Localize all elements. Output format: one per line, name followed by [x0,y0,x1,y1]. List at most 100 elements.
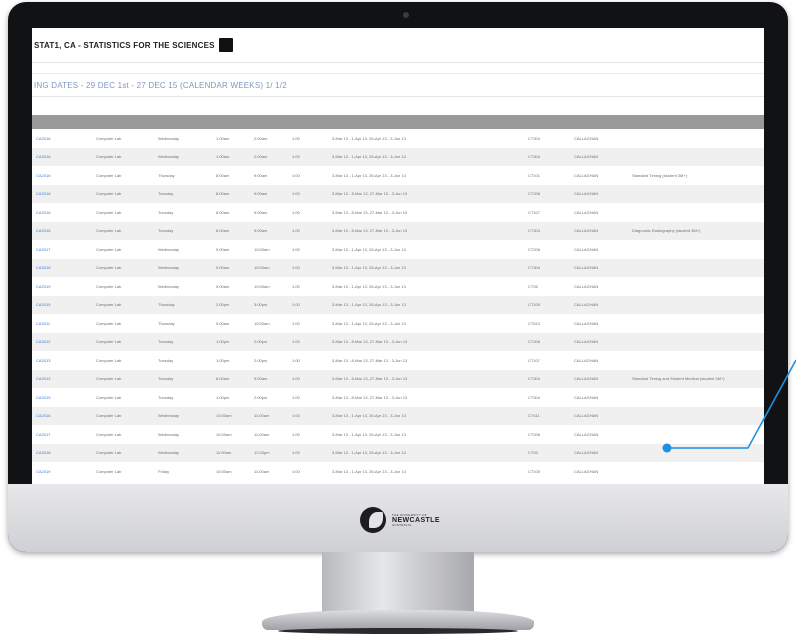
cell-start: 8:00am [216,172,230,178]
stand-shadow [278,628,518,634]
monitor-screen: STAT1, CA - STATISTICS FOR THE SCIENCES … [32,28,764,484]
cell-campus: CALLAGHAN [574,246,599,252]
cell-campus: CALLAGHAN [574,320,599,326]
column-header[interactable] [92,115,154,129]
column-header[interactable] [570,115,628,129]
cell-start: 9:00am [216,246,230,252]
column-header[interactable] [154,115,212,129]
cell-room: CT304 [528,154,541,160]
cell-end: 2:00am [254,154,268,160]
cell-campus: CALLAGHAN [574,283,599,289]
cell-day: Thursday [158,302,175,308]
cell-day: Tuesday [158,209,174,215]
cell-campus: CALLAGHAN [574,154,599,160]
cell-type: Computer Lab [96,320,122,326]
cell-activity[interactable]: CA2019 [32,277,92,296]
cell-start: 11:00am [216,450,232,456]
cell-start: 10:00am [216,413,232,419]
monitor-stand-base [262,610,534,630]
cell-day: Wednesday [158,431,180,437]
cell-comments [628,444,764,463]
cell-activity[interactable]: CA2016 [32,185,92,204]
column-header[interactable] [250,115,288,129]
cell-end: 9:00am [254,172,268,178]
cell-duration: 1:00 [292,135,300,141]
cell-type: Computer Lab [96,450,122,456]
cell-start: 8:00am [216,376,230,382]
cell-activity[interactable]: CA2013 [32,370,92,389]
cell-duration: 1:00 [292,357,300,363]
cell-comments [628,185,764,204]
cell-weeks: 3-Mar 13 - 1-Apr 13, 26-Apr 13 - 3-Jun 1… [332,450,406,456]
cell-end: 2:00pm [254,339,268,345]
cell-duration: 1:00 [292,265,300,271]
cell-start: 1:00am [216,154,230,160]
cell-weeks: 3-Mar 13 - 8-Mar 13, 27-Mar 13 - 3-Jun 1… [332,394,408,400]
cell-campus: CALLAGHAN [574,228,599,234]
cell-activity[interactable]: CA2016 [32,148,92,167]
cell-day: Tuesday [158,228,174,234]
cell-end: 2:00am [254,135,268,141]
table-row: CA2018 Computer Lab Wednesday 9:00am 10:00am… [32,258,764,278]
cell-type: Computer Lab [96,302,122,308]
column-header[interactable] [328,115,524,129]
cell-activity[interactable]: CA2012 [32,333,92,352]
cell-activity[interactable]: CA2016 [32,222,92,241]
cell-type: Computer Lab [96,265,122,271]
cell-type: Computer Lab [96,431,122,437]
column-header[interactable] [288,115,328,129]
cell-activity[interactable]: CA2016 [32,203,92,222]
cell-campus: CALLAGHAN [574,468,599,474]
column-header[interactable] [212,115,250,129]
cell-activity[interactable]: CA2015 [32,388,92,407]
cell-activity[interactable]: CA2018 [32,259,92,278]
cell-start: 1:00pm [216,357,230,363]
column-header[interactable] [524,115,570,129]
cell-campus: CALLAGHAN [574,376,599,382]
cell-activity[interactable]: CA2011 [32,314,92,333]
cell-end: 9:00am [254,228,268,234]
timetable-table: CA2016 Computer Lab Wednesday 1:00am 2:00am 1… [32,115,764,481]
table-row: CA2019 Computer Lab Thursday 2:00pm 3:00pm 1:… [32,295,764,315]
cell-day: Thursday [158,172,175,178]
cell-start: 1:00pm [216,339,230,345]
cell-start: 2:00pm [216,302,230,308]
cell-activity[interactable]: CA2017 [32,240,92,259]
cell-room: CT101 [528,172,541,178]
cell-weeks: 3-Mar 13 - 8-Mar 13, 27-Mar 13 - 3-Jun 1… [332,376,408,382]
cell-comments: Diagnostic Radiography (student 3M+) [632,228,701,234]
cell-duration: 1:00 [292,450,300,456]
cell-activity[interactable]: CA2019 [32,462,92,481]
column-header[interactable] [32,115,92,129]
cell-end: 9:00am [254,191,268,197]
cell-comments [628,333,764,352]
cell-activity[interactable]: CA2017 [32,425,92,444]
cell-duration: 1:00 [292,228,300,234]
cell-activity[interactable]: CA2016 [32,129,92,148]
cell-end: 11:00am [254,413,270,419]
cell-room: CT304 [528,376,541,382]
cell-activity[interactable]: CA2013 [32,351,92,370]
cell-comments [628,407,764,426]
cell-comments [628,277,764,296]
cell-end: 10:00am [254,265,270,271]
cell-end: 12:00pm [254,450,270,456]
cell-end: 11:00am [254,431,270,437]
cell-end: 10:00am [254,283,270,289]
cell-start: 9:00am [216,320,230,326]
table-row: CA2016 Computer Lab Tuesday 8:00am 9:00am 1:0… [32,221,764,241]
cell-activity[interactable]: CA2016 [32,166,92,185]
cell-duration: 1:00 [292,413,300,419]
cell-activity[interactable]: CA2016 [32,407,92,426]
cell-end: 9:00am [254,376,268,382]
table-row: CA2011 Computer Lab Thursday 9:00am 10:00am 1… [32,314,764,333]
cell-activity[interactable]: CA2018 [32,444,92,463]
calendar-icon[interactable] [218,38,233,52]
cell-activity[interactable]: CA2019 [32,296,92,315]
column-header[interactable] [628,115,764,129]
cell-end: 9:00am [254,209,268,215]
cell-type: Computer Lab [96,172,122,178]
cell-weeks: 3-Mar 13 - 1-Apr 13, 26-Apr 13 - 3-Jun 1… [332,320,406,326]
cell-day: Wednesday [158,154,180,160]
cell-comments [628,388,764,407]
